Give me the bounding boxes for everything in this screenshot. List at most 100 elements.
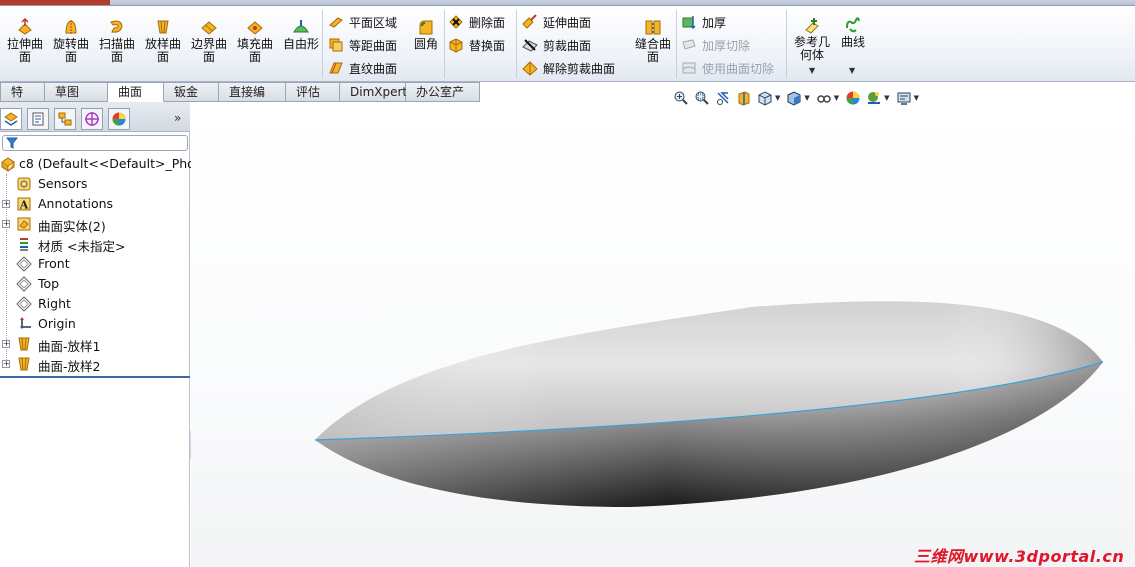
revolved-surface-label: 旋转曲面	[52, 37, 89, 64]
replace-face-button[interactable]: 替换面	[448, 35, 505, 55]
knit-surface-button[interactable]: 缝合曲面	[630, 18, 676, 76]
ruled-surface-icon	[329, 62, 343, 74]
ribbon-divider	[322, 10, 323, 78]
tree-item-label: Top	[38, 276, 60, 291]
zoom-area-icon[interactable]	[693, 89, 711, 107]
replace-face-icon	[449, 38, 463, 53]
property-manager-tab[interactable]	[27, 108, 49, 130]
chevron-down-icon[interactable]: ▼	[834, 94, 839, 102]
revolved-surface-button[interactable]: 旋转曲面	[48, 18, 94, 76]
offset-surface-button[interactable]: 等距曲面	[328, 35, 397, 55]
tree-item-label: 曲面-放样1	[38, 339, 101, 354]
plane-icon	[16, 296, 32, 312]
freeform-icon	[293, 20, 309, 33]
knit-surface-icon	[645, 20, 661, 35]
tree-item-surface-loft2[interactable]: + 曲面-放样2	[0, 354, 190, 374]
freeform-button[interactable]: 自由形	[278, 18, 324, 76]
extend-surface-icon	[522, 14, 537, 29]
tree-item-front-plane[interactable]: Front	[0, 254, 190, 274]
expand-icon[interactable]: +	[2, 200, 10, 208]
tree-item-annotations[interactable]: + A Annotations	[0, 194, 190, 214]
planar-surface-button[interactable]: 平面区域	[328, 12, 397, 32]
display-manager-tab[interactable]	[108, 108, 130, 130]
tree-item-label: Origin	[38, 316, 76, 331]
graphics-viewport[interactable]	[191, 102, 1135, 567]
ribbon-divider	[676, 10, 677, 78]
reference-geometry-label: 参考几何体	[793, 35, 830, 62]
curves-dropdown-icon[interactable]: ▼	[849, 66, 855, 75]
tree-item-right-plane[interactable]: Right	[0, 294, 190, 314]
surface-model[interactable]	[191, 102, 1135, 567]
previous-view-icon[interactable]	[714, 89, 732, 107]
expand-icon[interactable]: +	[2, 340, 10, 348]
tab-office-products[interactable]: 办公室产品	[406, 82, 480, 117]
filled-surface-button[interactable]: 填充曲面	[232, 18, 278, 76]
panel-divider[interactable]	[0, 376, 190, 378]
tab-surfaces[interactable]: 曲面	[108, 82, 164, 102]
tab-evaluate[interactable]: 评估	[286, 82, 340, 102]
ruled-surface-button[interactable]: 直纹曲面	[328, 58, 397, 78]
tab-sheet-metal[interactable]: 钣金	[164, 82, 219, 102]
tree-item-label: Right	[38, 296, 71, 311]
tree-root-part[interactable]: c8 (Default<<Default>_Photo	[0, 154, 207, 174]
chevron-down-icon[interactable]: ▼	[884, 94, 889, 102]
trim-surface-icon	[522, 39, 538, 52]
tree-item-surface-bodies[interactable]: + 曲面实体(2)	[0, 214, 190, 234]
lofted-surface-button[interactable]: 放样曲面	[140, 18, 186, 76]
extruded-surface-button[interactable]: 拉伸曲面	[2, 18, 48, 76]
tree-item-label: 曲面实体(2)	[38, 219, 106, 234]
trim-surface-label: 剪裁曲面	[543, 38, 592, 53]
edit-appearance-icon[interactable]	[844, 89, 862, 107]
expand-icon[interactable]: +	[2, 220, 10, 228]
tree-item-top-plane[interactable]: Top	[0, 274, 190, 294]
fillet-button[interactable]: 圆角	[404, 18, 448, 76]
tree-item-material[interactable]: 材质 <未指定>	[0, 234, 190, 254]
delete-face-button[interactable]: 删除面	[448, 12, 505, 32]
boundary-surface-button[interactable]: 边界曲面	[186, 18, 232, 76]
display-manager-icon	[112, 112, 126, 126]
filled-surface-label: 填充曲面	[236, 37, 273, 64]
view-settings-icon[interactable]	[895, 89, 913, 107]
tree-filter-field[interactable]	[2, 135, 188, 151]
tab-features[interactable]: 特征	[0, 82, 45, 117]
reference-geometry-icon	[805, 18, 819, 34]
tree-item-sensors[interactable]: Sensors	[0, 174, 190, 194]
thicken-cut-button[interactable]: 加厚切除	[681, 35, 750, 55]
apply-scene-icon[interactable]	[865, 89, 883, 107]
origin-icon	[20, 317, 31, 329]
expand-icon[interactable]: +	[2, 360, 10, 368]
delete-face-icon	[449, 15, 463, 29]
view-orientation-icon[interactable]	[756, 89, 774, 107]
cut-with-surface-label: 使用曲面切除	[702, 61, 775, 76]
chevron-down-icon[interactable]: ▼	[914, 94, 919, 102]
sensors-icon	[17, 177, 31, 191]
section-view-icon[interactable]	[735, 89, 753, 107]
configuration-manager-icon	[58, 112, 72, 126]
feature-manager-panel: » c8 (Default<<Default>_Photo Sensors + …	[0, 102, 207, 567]
tree-item-origin[interactable]: Origin	[0, 314, 190, 334]
tab-sketch[interactable]: 草图	[45, 82, 108, 102]
cut-with-surface-button[interactable]: 使用曲面切除	[681, 58, 774, 78]
extruded-surface-icon	[18, 18, 32, 35]
trim-surface-button[interactable]: 剪裁曲面	[522, 35, 591, 55]
configuration-manager-tab[interactable]	[54, 108, 76, 130]
dimxpert-manager-tab[interactable]	[81, 108, 103, 130]
chevron-down-icon[interactable]: ▼	[804, 94, 809, 102]
reference-geometry-dropdown-icon[interactable]: ▼	[809, 66, 815, 75]
thicken-button[interactable]: 加厚	[681, 12, 726, 32]
knit-surface-label: 缝合曲面	[634, 37, 671, 64]
untrim-surface-button[interactable]: 解除剪裁曲面	[522, 58, 615, 78]
extend-surface-button[interactable]: 延伸曲面	[522, 12, 591, 32]
ruled-surface-label: 直纹曲面	[349, 61, 398, 76]
chevron-down-icon[interactable]: ▼	[775, 94, 780, 102]
thicken-label: 加厚	[702, 15, 727, 30]
tab-direct-editing[interactable]: 直接编辑	[219, 82, 286, 117]
more-tabs-button[interactable]: »	[174, 111, 181, 125]
tab-dimxpert[interactable]: DimXpert	[340, 82, 407, 102]
hide-show-icon[interactable]	[815, 89, 833, 107]
feature-manager-tab[interactable]	[0, 108, 22, 130]
swept-surface-button[interactable]: 扫描曲面	[94, 18, 140, 76]
tree-item-surface-loft1[interactable]: + 曲面-放样1	[0, 334, 190, 354]
display-style-icon[interactable]	[785, 89, 803, 107]
zoom-to-fit-icon[interactable]	[672, 89, 690, 107]
